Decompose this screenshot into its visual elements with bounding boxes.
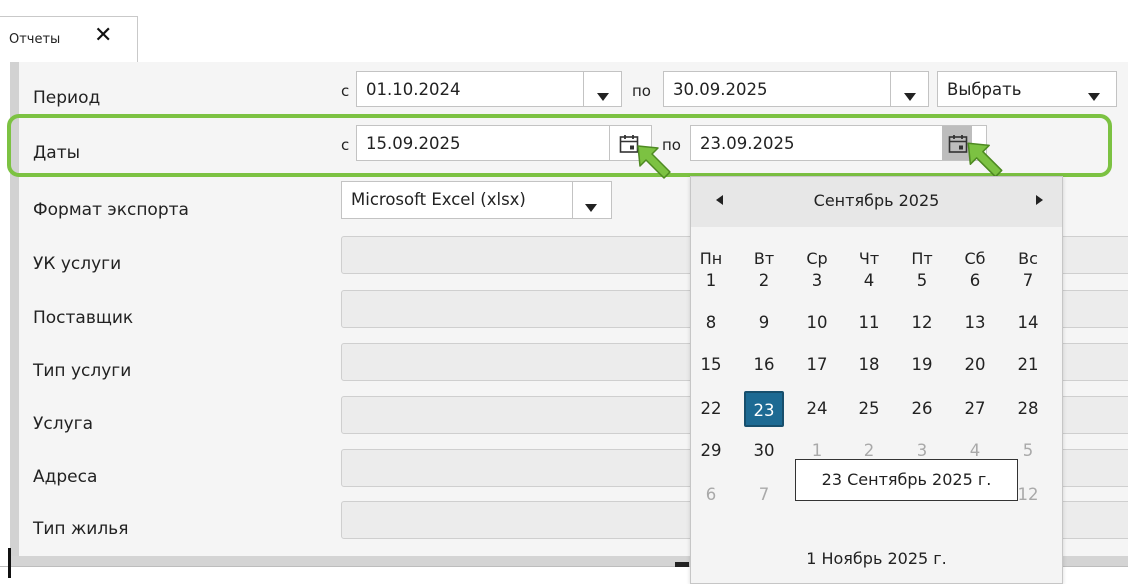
close-icon[interactable]: ✕	[94, 25, 112, 47]
calendar-day[interactable]: 30	[744, 433, 784, 469]
supplier-label: Поставщик	[33, 308, 134, 328]
calendar-month-title[interactable]: Сентябрь 2025	[691, 191, 1062, 210]
calendar-header: Сентябрь 2025	[691, 177, 1062, 227]
export-format-label: Формат экспорта	[33, 200, 189, 220]
export-format-value: Microsoft Excel (xlsx)	[351, 190, 526, 209]
calendar-day[interactable]: 26	[902, 391, 942, 427]
calendar-day[interactable]: 29	[691, 433, 731, 469]
calendar-day[interactable]: 2	[744, 263, 784, 299]
calendar-day[interactable]: 10	[797, 305, 837, 341]
calendar-day[interactable]: 9	[744, 305, 784, 341]
calendar-day[interactable]: 28	[1008, 391, 1048, 427]
calendar-day[interactable]: 12	[902, 305, 942, 341]
export-format-select[interactable]: Microsoft Excel (xlsx)	[341, 181, 612, 219]
panel-left-border	[10, 62, 19, 560]
calendar-day[interactable]: 20	[955, 347, 995, 383]
calendar-day[interactable]: 19	[902, 347, 942, 383]
housing-type-label: Тип жилья	[33, 519, 129, 539]
calendar-day[interactable]: 4	[849, 263, 889, 299]
dates-from-input[interactable]: 15.09.2025	[356, 125, 652, 161]
calendar-day[interactable]: 7	[744, 477, 784, 513]
calendar-day[interactable]: 25	[849, 391, 889, 427]
date-tooltip: 23 Сентябрь 2025 г.	[795, 459, 1018, 501]
chevron-down-icon[interactable]	[904, 93, 916, 101]
dates-to-input[interactable]: 23.09.2025	[690, 125, 987, 161]
chevron-down-icon[interactable]	[1088, 93, 1100, 101]
calendar-day[interactable]: 23	[744, 391, 784, 427]
calendar-day[interactable]: 6	[955, 263, 995, 299]
dates-to-value: 23.09.2025	[700, 134, 795, 153]
calendar-day[interactable]: 27	[955, 391, 995, 427]
calendar-day[interactable]: 7	[1008, 263, 1048, 299]
text-cursor	[8, 548, 11, 578]
calendar-day[interactable]: 11	[849, 305, 889, 341]
calendar-day[interactable]: 1	[691, 263, 731, 299]
chevron-right-icon[interactable]	[1036, 195, 1043, 205]
period-label: Период	[33, 88, 101, 108]
period-to-value: 30.09.2025	[673, 80, 768, 99]
period-from-value: 01.10.2024	[366, 80, 461, 99]
period-preset-select[interactable]: Выбрать	[937, 71, 1117, 107]
service-type-label: Тип услуги	[33, 361, 132, 381]
calendar-day[interactable]: 3	[797, 263, 837, 299]
dates-from-label: с	[341, 136, 350, 154]
calendar-day[interactable]: 14	[1008, 305, 1048, 341]
uk-label: УК услуги	[33, 254, 122, 274]
calendar-day[interactable]: 17	[797, 347, 837, 383]
period-from-label: с	[341, 82, 350, 100]
period-from-select[interactable]: 01.10.2024	[356, 71, 622, 107]
calendar-day[interactable]: 21	[1008, 347, 1048, 383]
tab-reports[interactable]: Отчеты ✕	[0, 16, 138, 63]
service-label: Услуга	[33, 414, 93, 434]
calendar-day[interactable]: 22	[691, 391, 731, 427]
tab-label: Отчеты	[9, 32, 61, 47]
period-preset-value: Выбрать	[947, 80, 1022, 99]
calendar-day[interactable]: 15	[691, 347, 731, 383]
calendar-day[interactable]: 16	[744, 347, 784, 383]
calendar-day[interactable]: 6	[691, 477, 731, 513]
pointer-arrow-icon	[637, 145, 671, 179]
calendar-day[interactable]: 13	[955, 305, 995, 341]
today-button[interactable]: 1 Ноябрь 2025 г.	[691, 549, 1062, 568]
calendar-day[interactable]: 5	[902, 263, 942, 299]
chevron-down-icon[interactable]	[585, 204, 597, 212]
date-picker-popup: Сентябрь 2025 Пн Вт Ср Чт Пт Сб Вс 1 2 3 4 5 6 7 8 9 10 1…	[690, 176, 1063, 584]
period-to-label: по	[632, 82, 651, 100]
addresses-label: Адреса	[33, 467, 98, 487]
dates-label: Даты	[33, 143, 81, 163]
chevron-down-icon[interactable]	[597, 93, 609, 101]
splitter-handle[interactable]	[675, 562, 689, 567]
calendar-day[interactable]: 8	[691, 305, 731, 341]
tab-bar: Отчеты ✕	[0, 0, 1128, 63]
period-to-select[interactable]: 30.09.2025	[663, 71, 929, 107]
calendar-day[interactable]: 18	[849, 347, 889, 383]
calendar-day[interactable]: 24	[797, 391, 837, 427]
dates-from-value: 15.09.2025	[366, 134, 461, 153]
